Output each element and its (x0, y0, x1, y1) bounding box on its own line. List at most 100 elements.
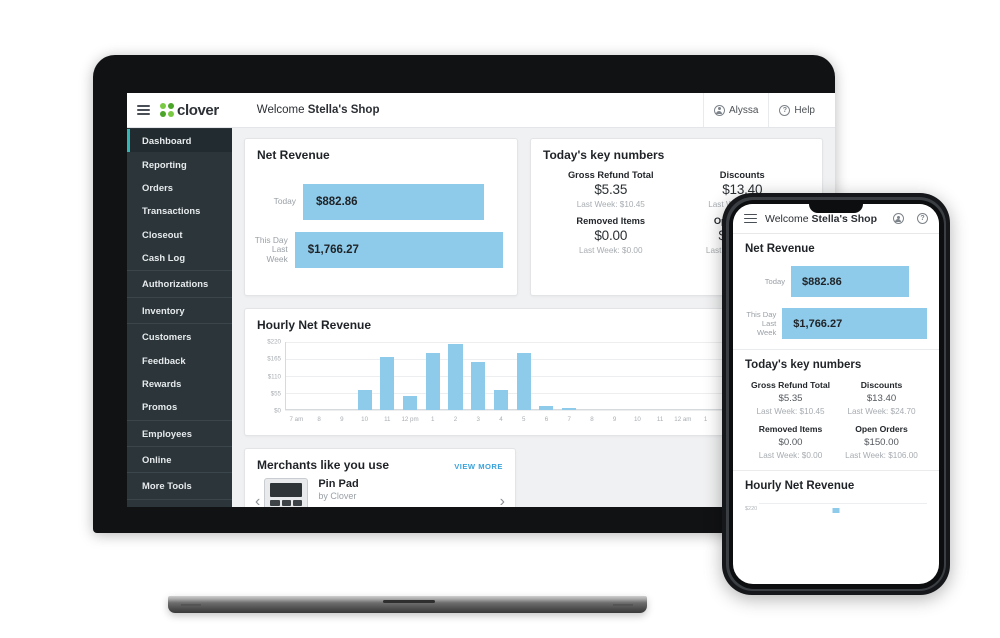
sidebar-item-customers[interactable]: Customers (127, 325, 232, 348)
chart-bar-slot (308, 342, 331, 410)
key-number-name: Gross Refund Total (567, 170, 654, 180)
sidebar-item-transactions[interactable]: Transactions (127, 199, 232, 222)
sidebar-item-promos[interactable]: Promos (127, 395, 232, 418)
chart-bar-slot (603, 342, 626, 410)
phone-hourly-chart-peek: $220 (745, 497, 927, 513)
chart-bar[interactable] (402, 396, 418, 410)
sidebar-item-online[interactable]: Online (127, 448, 232, 471)
person-icon[interactable] (893, 213, 904, 224)
chart-bar[interactable] (448, 344, 463, 410)
sidebar-group: Authorizations (127, 271, 232, 298)
chart-bar-slot (444, 342, 467, 410)
sidebar-group: Online (127, 447, 232, 474)
chart-bar-slot (626, 342, 649, 410)
clover-logo[interactable]: clover (160, 102, 219, 119)
key-number-name: Discounts (719, 170, 765, 180)
net-revenue-bars: Today $882.86 This Day Last Week $1,766.2… (245, 166, 517, 278)
chevron-left-icon[interactable]: ‹ (251, 478, 264, 508)
question-mark-icon[interactable]: ? (917, 213, 928, 224)
key-number-name: Removed Items (758, 424, 823, 434)
key-number-name: Gross Refund Total (750, 380, 831, 390)
chart-y-tick-label: $220 (267, 338, 281, 346)
key-number-cell: Gross Refund Total $5.35 Last Week: $10.… (745, 380, 836, 416)
chart-x-tick-label: 10 (361, 416, 369, 423)
key-number-last-week: Last Week: $0.00 (578, 246, 643, 255)
chart-x-tick-label: 8 (317, 416, 321, 423)
net-revenue-title: Net Revenue (257, 148, 330, 162)
chart-bar[interactable] (493, 389, 509, 410)
help-label: Help (794, 104, 815, 116)
chart-x-tick-label: 12 pm (401, 416, 419, 423)
account-menu[interactable]: Alyssa (702, 93, 768, 127)
sidebar-item-cash-log[interactable]: Cash Log (127, 246, 232, 269)
chart-bar[interactable] (425, 353, 440, 410)
chart-bar-slot (694, 342, 717, 410)
merchants-product-info: Pin Pad by Clover Take debit card and EM… (308, 478, 495, 507)
clover-wordmark: clover (177, 101, 219, 119)
phone-topbar-icons: ? (893, 213, 928, 224)
phone-net-revenue-row: This Day Last Week $1,766.27 (745, 308, 927, 339)
sidebar-item-feedback[interactable]: Feedback (127, 348, 232, 371)
help-button[interactable]: ? Help (768, 93, 825, 127)
sidebar-nav: Dashboard Reporting Orders Transactions … (127, 128, 232, 507)
hamburger-icon[interactable] (744, 213, 757, 224)
label-line-2: Last Week (266, 244, 288, 264)
sidebar-item-rewards[interactable]: Rewards (127, 372, 232, 395)
app-topbar: clover Welcome Stella's Shop Alyssa ? He… (127, 93, 835, 128)
phone-key-numbers-title: Today's key numbers (745, 359, 862, 371)
sidebar-item-closeout[interactable]: Closeout (127, 223, 232, 246)
sidebar-group: Employees (127, 421, 232, 447)
view-more-link[interactable]: VIEW MORE (454, 462, 503, 471)
chart-y-tick-label: $165 (267, 355, 281, 363)
pin-pad-screen (270, 483, 303, 497)
key-number-last-week: Last Week: $10.45 (576, 200, 645, 209)
key-number-value: $150.00 (864, 437, 899, 448)
chart-bar-slot (399, 342, 422, 410)
chart-x-tick-label: 5 (521, 416, 526, 423)
chart-bar-slot (421, 342, 444, 410)
clover-leaf-icon (160, 103, 174, 117)
key-number-last-week: Last Week: $0.00 (758, 451, 823, 460)
chart-bar-slot (467, 342, 490, 410)
laptop-base-detail-left (181, 604, 201, 606)
chevron-right-icon[interactable]: › (496, 478, 509, 508)
sidebar-item-employees[interactable]: Employees (127, 422, 232, 445)
sidebar-item-dashboard[interactable]: Dashboard (127, 129, 232, 153)
hamburger-icon[interactable] (137, 105, 150, 115)
merchant-name: Stella's Shop (307, 104, 380, 116)
chart-y-tick-label: $55 (270, 390, 281, 398)
chart-bar-slot (490, 342, 513, 410)
sidebar-item-inventory[interactable]: Inventory (127, 299, 232, 322)
phone-net-revenue-bar-last-week: $1,766.27 (782, 308, 927, 339)
sidebar-item-reporting[interactable]: Reporting (127, 152, 232, 175)
phone-device: Welcome Stella's Shop ? Net Revenue Toda… (722, 193, 950, 595)
phone-chart-gridline (759, 503, 927, 504)
product-name: Pin Pad (318, 478, 359, 490)
chart-x-tick-label: 1 (703, 416, 708, 423)
key-number-value: $13.40 (866, 393, 897, 404)
phone-notch (809, 204, 863, 213)
key-number-value: $5.35 (594, 182, 628, 197)
chart-x-tick-label: 4 (499, 416, 503, 423)
key-number-cell: Open Orders $150.00 Last Week: $106.00 (836, 424, 927, 460)
product-vendor: by Clover (318, 491, 357, 501)
merchants-header: Merchants like you use VIEW MORE (245, 449, 515, 474)
merchants-like-you-card: Merchants like you use VIEW MORE ‹ Pin P… (244, 448, 516, 507)
phone-chart-y-top-label: $220 (745, 506, 758, 512)
sidebar-item-authorizations[interactable]: Authorizations (127, 272, 232, 295)
chart-bar[interactable] (357, 389, 372, 410)
chart-bar[interactable] (380, 357, 395, 410)
net-revenue-card: Net Revenue Today $882.86 This Day Last W… (244, 138, 518, 296)
net-revenue-bar-last-week: $1,766.27 (294, 232, 503, 268)
chart-bar[interactable] (562, 408, 577, 410)
chart-x-tick-label: 6 (544, 416, 549, 423)
sidebar-item-orders[interactable]: Orders (127, 176, 232, 199)
chart-bar-slot (649, 342, 672, 410)
chart-bar[interactable] (471, 361, 486, 410)
net-revenue-row-label: This Day Last Week (251, 235, 295, 265)
chart-y-tick-label: $110 (267, 373, 281, 380)
chart-bar[interactable] (516, 353, 531, 410)
chart-x-tick-label: 7 am (289, 416, 304, 423)
chart-bar[interactable] (539, 405, 554, 410)
sidebar-item-more-tools[interactable]: More Tools (127, 474, 232, 497)
